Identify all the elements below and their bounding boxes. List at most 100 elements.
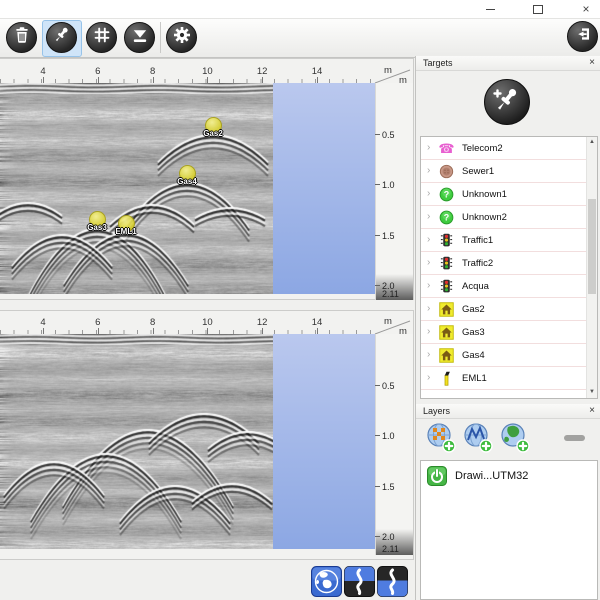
scroll-up-icon[interactable] (587, 137, 597, 148)
target-label: Unknown2 (462, 212, 507, 223)
target-label: Traffic1 (462, 235, 493, 246)
add-target-tool-button[interactable] (46, 22, 77, 53)
radargram-image[interactable] (0, 334, 273, 549)
minimize-icon[interactable] (474, 0, 506, 18)
exit-button[interactable] (567, 21, 598, 52)
depth-tick-mark (375, 184, 380, 185)
delete-target-button[interactable] (6, 22, 37, 53)
depth-tick-label: 0.5 (382, 130, 395, 140)
exit-door-icon (573, 24, 593, 49)
layers-close-icon[interactable]: × (589, 405, 595, 416)
expand-chevron-icon[interactable] (427, 304, 438, 314)
target-label: Gas4 (462, 350, 485, 361)
target-row[interactable]: Gas4 (421, 344, 597, 367)
depth-tick-mark (375, 486, 380, 487)
expand-chevron-icon[interactable] (427, 212, 438, 222)
depth-ruler (375, 83, 413, 300)
radargram-panel-2: 468101214mm0.51.01.52.02.11 (0, 310, 414, 560)
x-axis-unit-label: m (384, 316, 392, 327)
expand-chevron-icon[interactable] (427, 235, 438, 245)
x-axis-unit-label: m (384, 65, 392, 76)
target-row[interactable]: ?Unknown1 (421, 183, 597, 206)
depth-tick-label: 1.0 (382, 431, 395, 441)
gas-house-icon (438, 324, 455, 340)
depth-tick-label: 1.0 (382, 180, 395, 190)
targets-close-icon[interactable]: × (589, 57, 595, 68)
svg-text:?: ? (444, 189, 449, 199)
target-row[interactable]: Acqua (421, 275, 597, 298)
x-axis-tick-label: 6 (88, 317, 108, 328)
target-row[interactable]: Gas3 (421, 321, 597, 344)
target-row[interactable]: Traffic2 (421, 252, 597, 275)
target-marker-label: Gas2 (203, 129, 223, 138)
target-label: Sewer1 (462, 166, 494, 177)
depth-tick-label: 0.5 (382, 381, 395, 391)
add-grid-map-layer-button[interactable] (424, 421, 458, 455)
radargram-image[interactable] (0, 83, 273, 294)
main-toolbar (0, 18, 600, 58)
x-axis-tick-label: 12 (252, 66, 272, 77)
expand-chevron-icon[interactable] (427, 327, 438, 337)
add-pushpin-icon (490, 83, 524, 122)
grid-tool-button[interactable] (86, 22, 117, 53)
target-label: Telecom2 (462, 143, 503, 154)
export-tool-button[interactable] (124, 22, 155, 53)
svg-text:?: ? (444, 212, 449, 222)
depth-tick-label: 1.5 (382, 231, 395, 241)
target-row[interactable]: Traffic1 (421, 229, 597, 252)
eject-down-icon (130, 25, 150, 50)
target-marker-label: EML1 (115, 227, 136, 236)
x-axis-tick-label: 14 (307, 66, 327, 77)
targets-scrollbar[interactable] (586, 137, 597, 398)
target-row[interactable]: Sewer1 (421, 160, 597, 183)
expand-chevron-icon[interactable] (427, 373, 438, 383)
x-axis-tick-label: 10 (197, 66, 217, 77)
pipe-section-icon (344, 584, 375, 600)
power-icon[interactable] (426, 466, 448, 486)
target-label: EML1 (462, 373, 487, 384)
depth-tick-mark (375, 435, 380, 436)
target-row[interactable]: Gas2 (421, 298, 597, 321)
expand-chevron-icon[interactable] (427, 258, 438, 268)
section-view-bottom-button[interactable] (377, 566, 408, 597)
layers-panel-header: Layers × (416, 404, 600, 419)
expand-chevron-icon[interactable] (427, 350, 438, 360)
expand-chevron-icon[interactable] (427, 143, 438, 153)
depth-end-label: 2.11 (382, 289, 399, 299)
traffic-light-icon (438, 255, 455, 271)
radargram-panel-1: 468101214mm0.51.01.52.02.11Gas2Gas4Gas3E… (0, 58, 414, 300)
depth-end-label: 2.11 (382, 544, 399, 554)
target-label: Traffic2 (462, 258, 493, 269)
x-axis-tick-label: 6 (88, 66, 108, 77)
target-row[interactable]: EML1 (421, 367, 597, 390)
no-data-band (273, 334, 375, 549)
gear-icon (172, 25, 192, 50)
add-world-map-layer-button[interactable] (498, 421, 532, 455)
target-row[interactable]: ? Unknown2 (421, 206, 597, 229)
telephone-icon: ☎ (438, 140, 455, 156)
expand-chevron-icon[interactable] (427, 189, 438, 199)
add-target-button[interactable] (484, 79, 530, 125)
scrollbar-thumb[interactable] (588, 199, 596, 294)
close-icon[interactable]: × (570, 0, 600, 18)
layers-panel-title: Layers (423, 406, 450, 416)
layer-row[interactable]: Drawi...UTM32 (421, 461, 597, 491)
x-axis-tick-label: 8 (143, 317, 163, 328)
expand-chevron-icon[interactable] (427, 281, 438, 291)
settings-button[interactable] (166, 22, 197, 53)
maximize-icon[interactable] (522, 0, 554, 18)
minus-icon[interactable] (564, 435, 585, 441)
targets-panel-title: Targets (423, 58, 453, 68)
target-row[interactable]: ☎ Telecom2 (421, 137, 597, 160)
x-axis-tick-label: 14 (307, 317, 327, 328)
section-view-top-button[interactable] (344, 566, 375, 597)
eml-marker-icon (438, 370, 455, 386)
sidebar-separator (415, 56, 416, 600)
question-icon: ? (438, 186, 455, 202)
grid-icon (92, 25, 112, 50)
depth-tick-mark (375, 235, 380, 236)
map-view-button[interactable] (311, 566, 342, 597)
scroll-down-icon[interactable] (587, 387, 597, 398)
expand-chevron-icon[interactable] (427, 166, 438, 176)
add-vector-map-layer-button[interactable] (461, 421, 495, 455)
